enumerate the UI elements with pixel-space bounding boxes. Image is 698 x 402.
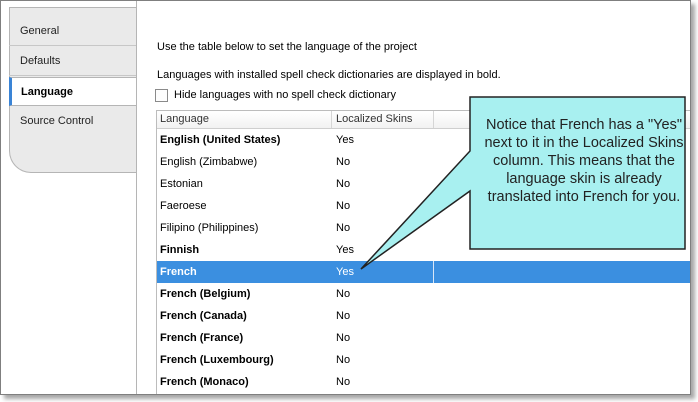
project-properties-panel: General Defaults Language Source Control… — [0, 0, 691, 395]
callout-text: Notice that French has a "Yes" next to i… — [484, 117, 684, 205]
